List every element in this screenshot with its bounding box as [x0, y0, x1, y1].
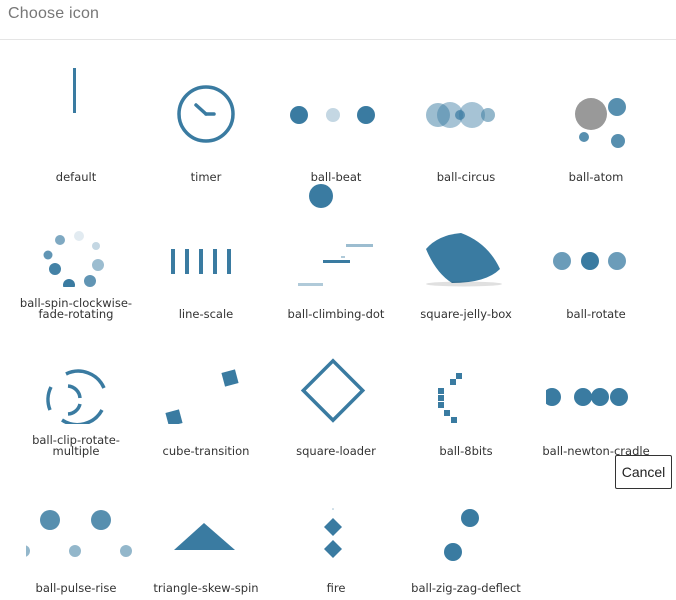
icon-option-ball-beat[interactable]: ball-beat: [271, 40, 401, 208]
square-jelly-box-icon: [426, 233, 502, 287]
icon-option-ball-zig-zag-deflect[interactable]: ball-zig-zag-deflect: [401, 451, 531, 594]
ball-rotate-icon: [553, 252, 626, 270]
icon-option-ball-8bits[interactable]: ball-8bits: [401, 314, 531, 457]
dialog-header: Choose icon: [0, 0, 676, 40]
icon-option-square-jelly-box[interactable]: square-jelly-box: [401, 177, 531, 320]
ball-pulse-rise-icon: [26, 510, 132, 557]
icon-option-ball-climbing-dot[interactable]: ball-climbing-dot: [271, 177, 401, 320]
icon-option-ball-pulse-rise[interactable]: ball-pulse-rise: [11, 451, 141, 594]
ball-8bits-icon: [438, 373, 462, 423]
icon-option-ball-rotate[interactable]: ball-rotate: [531, 177, 661, 320]
icon-option-fire[interactable]: fire: [271, 451, 401, 594]
icon-option-triangle-skew-spin[interactable]: triangle-skew-spin: [141, 451, 271, 594]
icon-label: ball-zig-zag-deflect: [411, 581, 521, 595]
ball-zig-zag-deflect-icon: [444, 509, 479, 561]
icon-option-ball-circus[interactable]: ball-circus: [401, 40, 531, 183]
dialog-title: Choose icon: [8, 5, 100, 22]
icon-option-square-loader[interactable]: square-loader: [271, 314, 401, 457]
icon-option-ball-spin-clockwise-fade-rotating[interactable]: ball-spin-clockwise-fade-rotating: [11, 177, 141, 320]
cube-transition-icon: [165, 369, 239, 424]
icon-label: fire: [326, 581, 346, 595]
ball-newton-cradle-icon: [546, 388, 628, 406]
default-spinner-icon: [73, 68, 76, 113]
icon-option-line-scale[interactable]: line-scale: [141, 177, 271, 320]
ball-spin-clockwise-fade-rotating-icon: [43, 231, 104, 287]
ball-circus-icon: [426, 102, 495, 128]
ball-climbing-dot-icon: [298, 244, 373, 286]
fire-icon: [324, 508, 342, 558]
icon-option-default[interactable]: default: [11, 40, 141, 183]
cancel-button[interactable]: Cancel: [615, 455, 672, 489]
icon-label: triangle-skew-spin: [153, 581, 259, 595]
icon-option-ball-atom[interactable]: ball-atom: [531, 40, 661, 183]
icon-option-ball-newton-cradle[interactable]: ball-newton-cradle: [531, 314, 661, 457]
icon-option-ball-clip-rotate-multiple[interactable]: ball-clip-rotate-multiple: [11, 314, 141, 457]
triangle-skew-spin-icon: [174, 523, 235, 550]
icon-option-timer[interactable]: timer: [141, 40, 271, 183]
line-scale-icon: [171, 249, 231, 274]
square-loader-icon: [300, 358, 366, 423]
ball-clip-rotate-multiple-icon: [46, 369, 106, 424]
timer-icon: [177, 85, 235, 143]
ball-atom-icon: [575, 98, 626, 148]
icon-grid: default timer ball-beat ball-circus ball…: [0, 40, 676, 600]
icon-option-cube-transition[interactable]: cube-transition: [141, 314, 271, 457]
icon-label: ball-pulse-rise: [35, 581, 117, 595]
